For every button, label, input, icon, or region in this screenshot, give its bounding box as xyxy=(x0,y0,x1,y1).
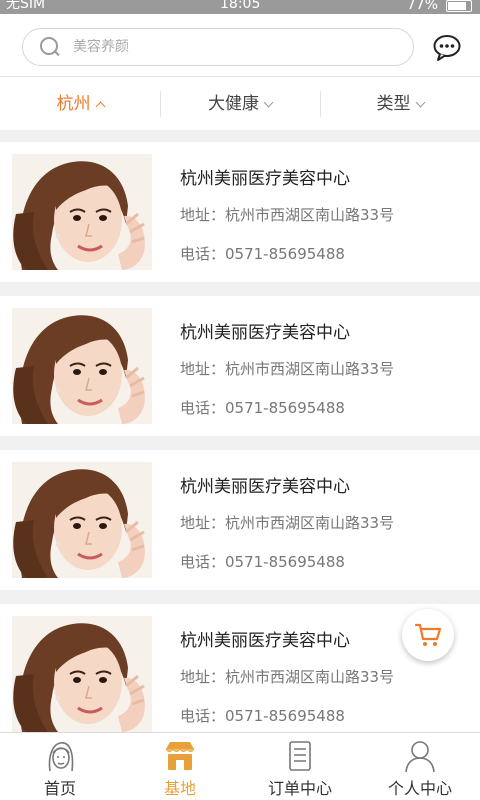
order-list-icon xyxy=(289,741,311,771)
person-icon xyxy=(405,741,435,773)
clinic-name: 杭州美丽医疗美容中心 xyxy=(180,169,350,189)
status-bar: 无SIM 18:05 77% xyxy=(0,0,480,14)
chevron-down-icon xyxy=(263,97,274,107)
chevron-up-icon xyxy=(95,101,105,111)
bottom-nav: 首页 基地 订单中心 个人中心 xyxy=(0,732,480,800)
cart-button[interactable] xyxy=(402,609,454,661)
clinic-address: 地址：杭州市西湖区南山路33号 xyxy=(180,514,395,532)
clinic-address: 地址：杭州市西湖区南山路33号 xyxy=(180,360,395,378)
clinic-card[interactable]: 杭州美丽医疗美容中心 地址：杭州市西湖区南山路33号 电话：0571-85695… xyxy=(0,142,480,282)
clinic-card[interactable]: 杭州美丽医疗美容中心 地址：杭州市西湖区南山路33号 电话：0571-85695… xyxy=(0,296,480,436)
clinic-address: 地址：杭州市西湖区南山路33号 xyxy=(180,668,395,686)
search-box[interactable] xyxy=(22,28,414,66)
clinic-photo xyxy=(12,308,152,424)
battery-icon xyxy=(446,0,472,12)
search-icon xyxy=(39,36,61,58)
filter-category-label: 大健康 xyxy=(208,93,259,114)
status-time: 18:05 xyxy=(220,0,261,12)
tab-profile-label: 个人中心 xyxy=(387,779,452,798)
clinic-photo xyxy=(12,154,152,270)
filter-type[interactable]: 类型 xyxy=(320,77,480,131)
chevron-down-icon xyxy=(415,97,425,107)
clinic-photo xyxy=(12,616,152,732)
clinic-card[interactable]: 杭州美丽医疗美容中心 地址：杭州市西湖区南山路33号 电话：0571-85695… xyxy=(0,450,480,590)
tab-base[interactable]: 基地 xyxy=(120,733,240,800)
tab-profile[interactable]: 个人中心 xyxy=(360,733,480,800)
clinic-list: 杭州美丽医疗美容中心 地址：杭州市西湖区南山路33号 电话：0571-85695… xyxy=(0,142,480,758)
chat-bubble-icon[interactable] xyxy=(432,34,462,62)
status-icons: 77% xyxy=(407,0,472,12)
clinic-name: 杭州美丽医疗美容中心 xyxy=(180,323,350,343)
clinic-phone: 电话：0571-85695488 xyxy=(180,707,345,725)
tab-orders-label: 订单中心 xyxy=(267,779,332,798)
filter-category[interactable]: 大健康 xyxy=(160,77,320,131)
tab-base-label: 基地 xyxy=(163,779,196,798)
clinic-name: 杭州美丽医疗美容中心 xyxy=(180,631,350,651)
header xyxy=(0,14,480,76)
clinic-phone: 电话：0571-85695488 xyxy=(180,553,345,571)
clinic-name: 杭州美丽医疗美容中心 xyxy=(180,477,350,497)
home-face-icon xyxy=(48,742,74,772)
filter-bar: 杭州 大健康 类型 xyxy=(0,76,480,130)
tab-home-label: 首页 xyxy=(43,779,76,798)
clinic-phone: 电话：0571-85695488 xyxy=(180,399,345,417)
shop-icon xyxy=(165,742,195,770)
clinic-phone: 电话：0571-85695488 xyxy=(180,245,345,263)
search-input[interactable] xyxy=(73,39,373,55)
tab-orders[interactable]: 订单中心 xyxy=(240,733,360,800)
cart-icon xyxy=(414,623,442,646)
carrier-label: 无SIM xyxy=(6,0,46,12)
clinic-address: 地址：杭州市西湖区南山路33号 xyxy=(180,206,395,224)
battery-percent: 77% xyxy=(406,0,438,13)
filter-city-label: 杭州 xyxy=(56,93,91,114)
filter-city[interactable]: 杭州 xyxy=(0,77,160,131)
clinic-photo xyxy=(12,462,152,578)
filter-type-label: 类型 xyxy=(376,93,411,114)
tab-home[interactable]: 首页 xyxy=(0,733,120,800)
